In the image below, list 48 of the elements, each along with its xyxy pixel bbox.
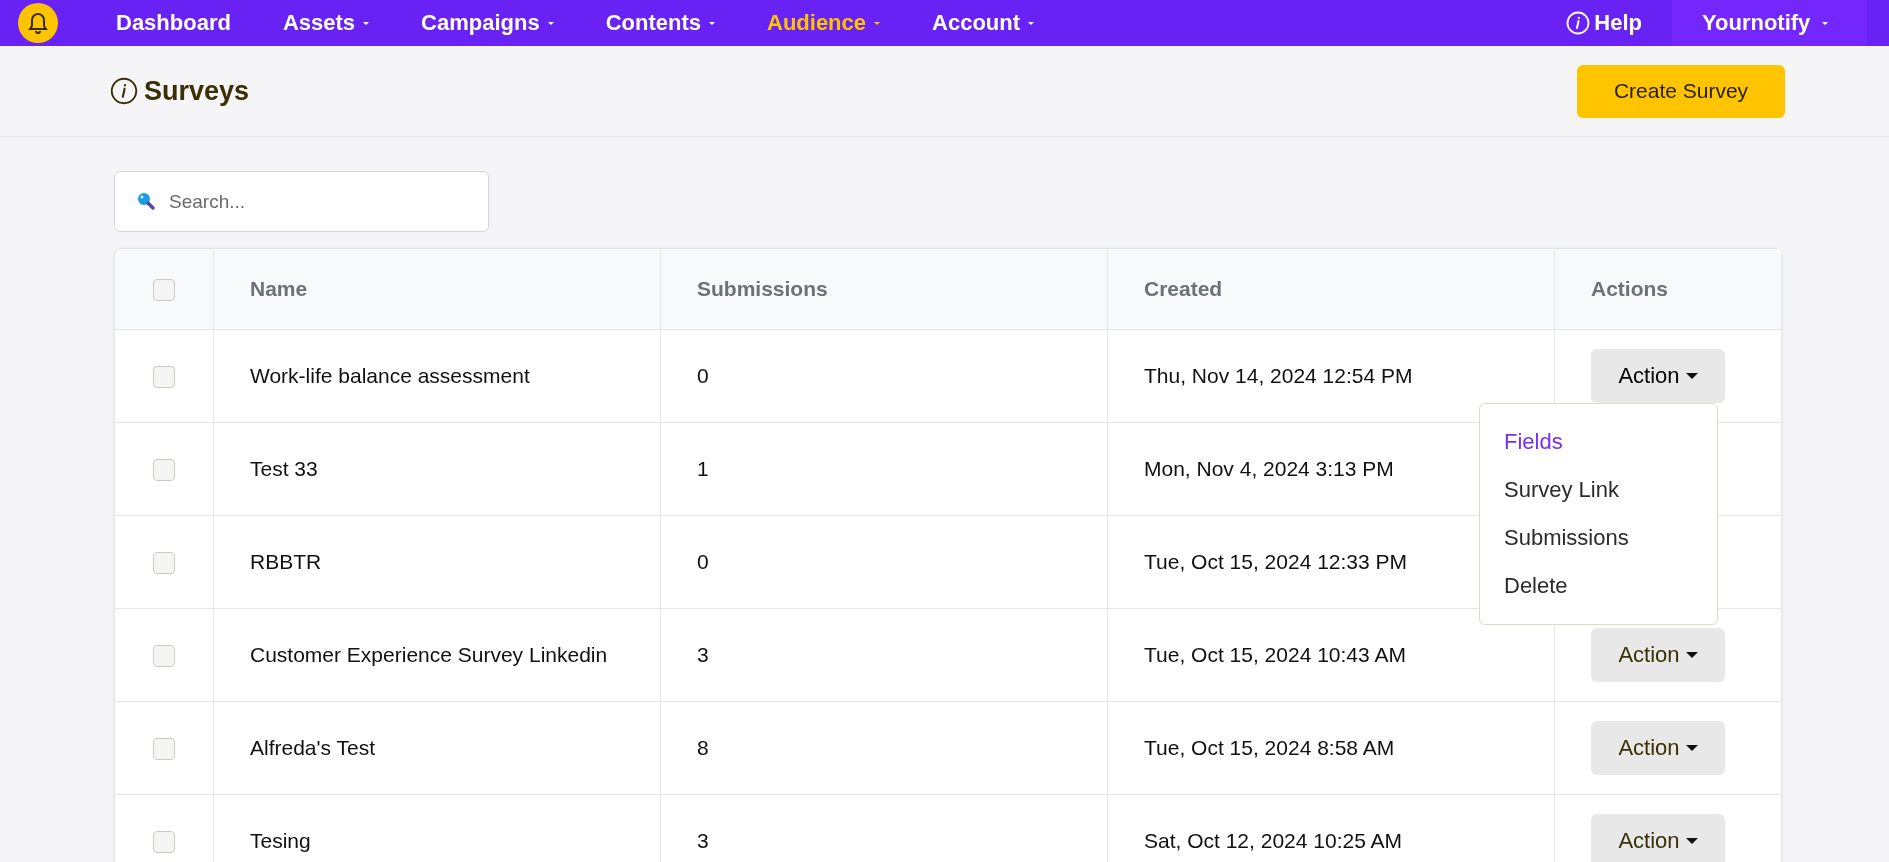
info-icon bbox=[1566, 11, 1591, 35]
action-dropdown-button[interactable]: Action bbox=[1591, 814, 1725, 862]
nav-link[interactable]: Dashboard bbox=[116, 10, 231, 36]
column-header: Created bbox=[1107, 249, 1555, 330]
table-cell: Sat, Oct 12, 2024 10:25 AM bbox=[1107, 794, 1555, 862]
nav-link[interactable]: Campaigns bbox=[421, 10, 554, 36]
caret-icon bbox=[1685, 652, 1698, 658]
table-cell: RBBTR bbox=[213, 515, 661, 609]
table-cell: 3 bbox=[660, 608, 1108, 702]
nav-link[interactable]: Account bbox=[932, 10, 1035, 36]
table-cell: Work-life balance assessment bbox=[213, 329, 661, 423]
table-cell: Tesing bbox=[213, 794, 661, 862]
help-link[interactable]: Help bbox=[1594, 10, 1642, 36]
create-survey-button[interactable]: Create Survey bbox=[1577, 64, 1785, 118]
row-checkbox[interactable] bbox=[153, 552, 175, 575]
nav-link[interactable]: Contents bbox=[605, 10, 715, 36]
page-title: Surveys bbox=[144, 75, 250, 107]
caret-icon bbox=[1685, 373, 1698, 379]
nav-link[interactable]: Audience bbox=[767, 10, 881, 36]
bell-logo-icon bbox=[18, 3, 58, 43]
column-header: Actions bbox=[1554, 249, 1781, 330]
column-header: Name bbox=[213, 249, 661, 330]
table-cell: Customer Experience Survey Linkedin bbox=[213, 608, 661, 702]
table-cell: 0 bbox=[660, 329, 1108, 423]
account-menu[interactable]: Yournotify bbox=[1672, 0, 1867, 46]
row-checkbox[interactable] bbox=[153, 831, 175, 854]
search-field[interactable]: Search... bbox=[114, 171, 489, 232]
action-dropdown-button[interactable]: Action bbox=[1591, 349, 1725, 403]
table-cell: Test 33 bbox=[213, 422, 661, 516]
row-checkbox[interactable] bbox=[153, 738, 175, 761]
row-checkbox[interactable] bbox=[153, 366, 175, 389]
action-dropdown-button[interactable]: Action bbox=[1591, 628, 1725, 682]
row-checkbox[interactable] bbox=[153, 459, 175, 482]
table-cell: 0 bbox=[660, 515, 1108, 609]
action-dropdown-button[interactable]: Action bbox=[1591, 721, 1725, 775]
info-icon bbox=[110, 77, 138, 105]
select-all-checkbox[interactable] bbox=[153, 279, 175, 302]
column-header: Submissions bbox=[660, 249, 1108, 330]
nav-link[interactable]: Assets bbox=[282, 10, 370, 36]
row-checkbox[interactable] bbox=[153, 645, 175, 668]
caret-icon bbox=[1822, 21, 1829, 25]
table-cell: Tue, Oct 15, 2024 8:58 AM bbox=[1107, 701, 1555, 795]
table-cell: Alfreda's Test bbox=[213, 701, 661, 795]
caret-icon bbox=[1685, 745, 1698, 751]
table-cell: 8 bbox=[660, 701, 1108, 795]
table-cell: 3 bbox=[660, 794, 1108, 862]
table-cell: 1 bbox=[660, 422, 1108, 516]
caret-icon bbox=[1685, 838, 1698, 844]
